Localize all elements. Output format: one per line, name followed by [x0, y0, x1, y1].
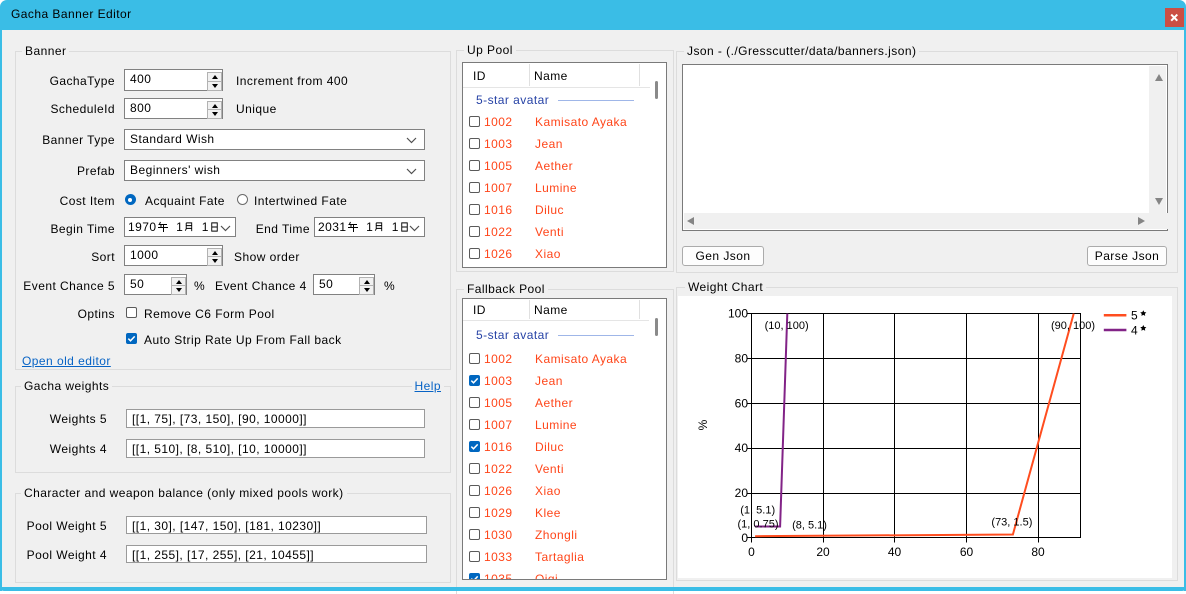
svg-text:(10, 100): (10, 100) [765, 320, 809, 332]
svg-text:5: 5 [1131, 309, 1138, 323]
svg-text:(8, 5.1): (8, 5.1) [792, 520, 827, 532]
svg-text:20: 20 [735, 486, 749, 500]
svg-text:(73, 1.5): (73, 1.5) [991, 517, 1032, 529]
svg-text:%: % [696, 419, 710, 430]
svg-text:80: 80 [735, 352, 749, 366]
svg-text:40: 40 [888, 545, 902, 559]
svg-text:80: 80 [1031, 545, 1045, 559]
svg-text:40: 40 [735, 441, 749, 455]
svg-text:0: 0 [741, 531, 748, 545]
svg-text:(1, 5.1): (1, 5.1) [740, 505, 775, 517]
svg-text:4: 4 [1131, 323, 1138, 337]
svg-text:60: 60 [960, 545, 974, 559]
svg-text:(1, 0.75): (1, 0.75) [738, 519, 779, 531]
svg-text:0: 0 [748, 545, 755, 559]
svg-text:20: 20 [816, 545, 830, 559]
svg-text:(90, 100): (90, 100) [1051, 320, 1095, 332]
svg-text:60: 60 [735, 397, 749, 411]
svg-text:100: 100 [728, 307, 748, 321]
